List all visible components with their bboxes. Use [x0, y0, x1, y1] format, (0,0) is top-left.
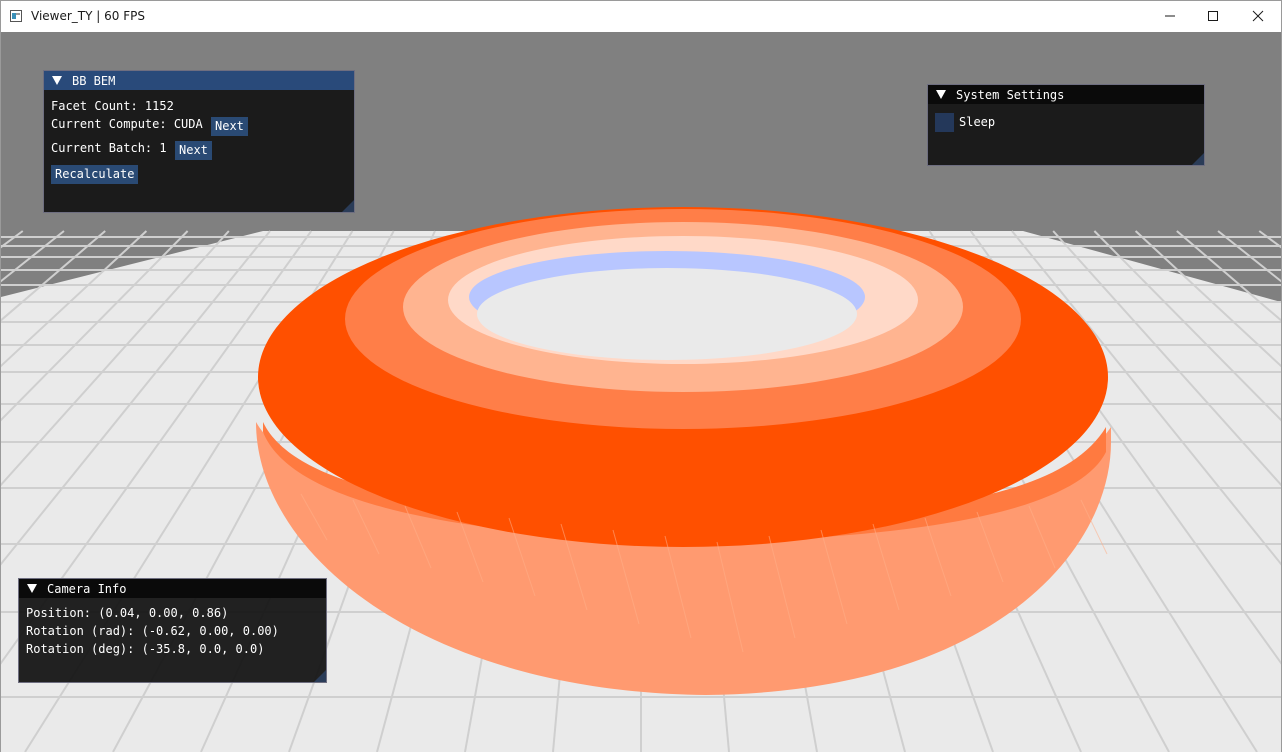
resize-grip-icon[interactable] [342, 200, 354, 212]
resize-grip-icon[interactable] [314, 670, 326, 682]
torus-hole [477, 268, 857, 360]
title-bar[interactable]: Viewer_TY | 60 FPS [1, 1, 1281, 32]
resize-grip-icon[interactable] [1192, 153, 1204, 165]
camera-rotation-rad-label: Rotation (rad): (-0.62, 0.00, 0.00) [26, 624, 279, 638]
camera-info-panel: Camera Info Position: (0.04, 0.00, 0.86)… [18, 578, 327, 683]
camera-position-label: Position: (0.04, 0.00, 0.86) [26, 606, 229, 620]
current-compute-label: Current Compute: CUDA [51, 117, 203, 131]
app-icon [10, 10, 22, 22]
collapse-arrow-icon[interactable] [27, 584, 37, 593]
system-settings-header[interactable]: System Settings [928, 85, 1204, 104]
recalculate-button[interactable]: Recalculate [51, 165, 139, 184]
maximize-button[interactable] [1190, 1, 1236, 31]
facet-count-label: Facet Count: 1152 [51, 99, 174, 113]
window-title: Viewer_TY | 60 FPS [31, 9, 145, 23]
bem-panel: BB BEM Facet Count: 1152 Current Compute… [43, 70, 355, 213]
close-icon [1252, 10, 1264, 22]
sleep-checkbox[interactable] [935, 113, 954, 132]
system-settings-panel: System Settings Sleep [927, 84, 1205, 166]
sleep-label: Sleep [959, 115, 996, 129]
camera-info-title: Camera Info [47, 581, 127, 596]
compute-next-button[interactable]: Next [211, 117, 248, 136]
camera-info-header[interactable]: Camera Info [19, 579, 326, 598]
batch-next-button[interactable]: Next [175, 141, 212, 160]
maximize-icon [1208, 11, 1218, 21]
collapse-arrow-icon[interactable] [52, 76, 62, 85]
app-window: Viewer_TY | 60 FPS BB BEM Facet Count: 1… [0, 0, 1282, 752]
bem-panel-title: BB BEM [72, 73, 116, 88]
camera-rotation-deg-label: Rotation (deg): (-35.8, 0.0, 0.0) [26, 642, 265, 656]
collapse-arrow-icon[interactable] [936, 90, 946, 99]
bem-panel-header[interactable]: BB BEM [44, 71, 354, 90]
current-batch-label: Current Batch: 1 [51, 141, 167, 155]
minimize-icon [1165, 15, 1175, 17]
close-button[interactable] [1235, 1, 1281, 31]
system-settings-title: System Settings [956, 87, 1065, 102]
minimize-button[interactable] [1147, 1, 1193, 31]
